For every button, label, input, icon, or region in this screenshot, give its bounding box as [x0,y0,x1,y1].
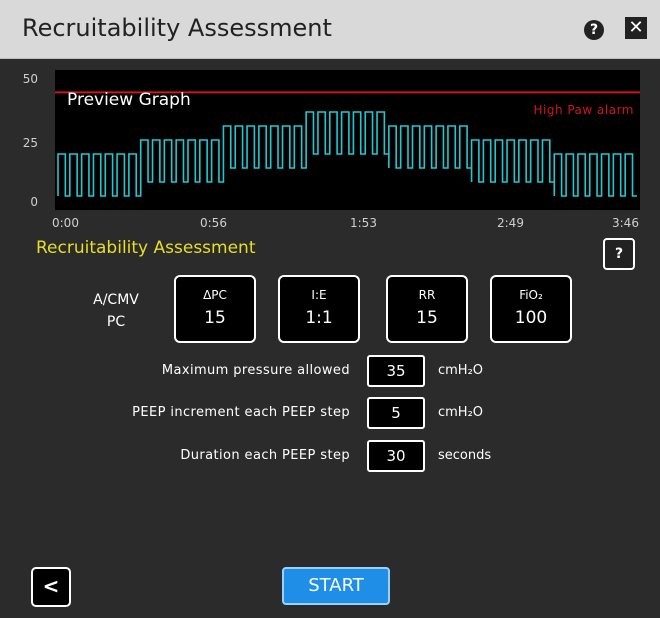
y-tick-label: 50 [22,72,38,86]
start-button[interactable]: START [282,567,390,605]
param-label: FiO₂ [519,288,543,302]
param-label: ΔPC [203,288,227,302]
param-ie[interactable]: I:E 1:1 [278,275,360,343]
section-title: Recruitability Assessment [36,238,256,258]
param-value: 100 [514,308,548,328]
step-duration-field[interactable]: 30 [367,440,425,472]
y-tick-label: 0 [30,195,38,209]
param-delta-pc[interactable]: ΔPC 15 [174,275,256,343]
param-label: RR [418,288,436,302]
chevron-left-icon: < [42,574,60,598]
back-button[interactable]: < [31,567,71,607]
max-pressure-unit: cmH₂O [438,363,484,378]
param-rr[interactable]: RR 15 [386,275,468,343]
graph-title: Preview Graph [67,90,191,110]
title-bar: Recruitability Assessment ? ✕ [0,0,660,59]
param-value: 15 [416,308,438,328]
peep-increment-field[interactable]: 5 [367,397,425,429]
step-duration-unit: seconds [438,448,492,463]
close-icon[interactable]: ✕ [625,17,647,39]
preview-graph-panel: 50 25 0 Preview Graph High Paw alarm 0:0… [0,66,660,236]
x-tick-label: 0:56 [200,216,227,230]
help-button[interactable]: ? [603,238,635,270]
y-tick-label: 25 [22,136,38,150]
param-label: I:E [311,288,327,302]
param-fio2[interactable]: FiO₂ 100 [490,275,572,343]
mode-line: PC [106,314,126,330]
step-duration-label: Duration each PEEP step [180,448,350,463]
x-tick-label: 1:53 [350,216,377,230]
x-tick-label: 2:49 [497,216,524,230]
max-pressure-field[interactable]: 35 [367,355,425,387]
question-icon[interactable]: ? [584,20,604,40]
max-pressure-label: Maximum pressure allowed [161,363,350,378]
x-tick-label: 0:00 [52,216,79,230]
peep-increment-label: PEEP increment each PEEP step [132,405,350,420]
x-tick-label: 3:46 [612,216,639,230]
window-title: Recruitability Assessment [22,14,332,42]
mode-line: A/CMV [93,292,139,308]
param-value: 1:1 [305,308,333,328]
ventilation-mode: A/CMV PC [90,289,142,333]
param-value: 15 [204,308,226,328]
alarm-label: High Paw alarm [533,103,634,117]
peep-increment-unit: cmH₂O [438,405,484,420]
